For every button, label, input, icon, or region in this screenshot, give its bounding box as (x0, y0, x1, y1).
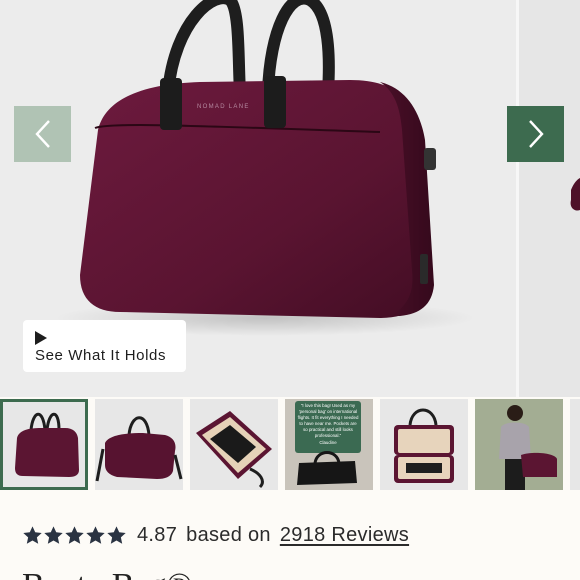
reviews-link[interactable]: 2918 Reviews (280, 524, 409, 547)
star-icon (86, 525, 105, 544)
star-icon (44, 525, 63, 544)
product-title: Bento Bag® (22, 566, 192, 580)
next-image-button[interactable] (507, 106, 564, 162)
brand-mark: NOMAD LANE (197, 104, 250, 110)
chevron-left-icon (34, 120, 50, 148)
thumbnail-2[interactable] (95, 399, 183, 490)
thumbnail-3[interactable] (190, 399, 278, 490)
product-gallery: NOMAD LANE See What It Holds (0, 0, 580, 397)
quote-line-5: so practical and still looks (303, 427, 354, 432)
previous-image-button[interactable] (14, 106, 71, 162)
star-icon (107, 525, 126, 544)
quote-line-3: flights. It fit everything I needed (298, 415, 359, 420)
thumbnail-bag-interior (394, 408, 454, 483)
star-rating (22, 525, 127, 546)
quote-line-4: to have near me. Pockets are (299, 421, 357, 426)
product-page: NOMAD LANE See What It Holds "I love thi… (0, 0, 580, 580)
next-image-art (570, 178, 580, 211)
rating-summary: 4.87 based on 2918 Reviews (22, 520, 409, 550)
next-product-image-peek[interactable] (519, 0, 580, 397)
thumbnail-6-lifestyle[interactable] (475, 399, 563, 490)
star-icon (65, 525, 84, 544)
quote-line-6: professional." (315, 433, 342, 438)
quote-author: Claudine (319, 440, 337, 445)
video-button-label: See What It Holds (35, 347, 167, 364)
see-what-it-holds-button[interactable]: See What It Holds (23, 320, 186, 372)
chevron-right-icon (528, 120, 544, 148)
play-icon (35, 331, 47, 345)
thumbnail-1[interactable] (0, 399, 88, 490)
thumbnail-bag-open (196, 411, 272, 489)
thumbnail-testimonial-art: "I love this bag! Used as my 'personal b… (285, 399, 373, 490)
rating-text: based on (186, 523, 271, 546)
thumbnail-4-testimonial[interactable]: "I love this bag! Used as my 'personal b… (285, 399, 373, 490)
quote-line-1: "I love this bag! Used as my (301, 403, 356, 408)
rating-value: 4.87 (137, 523, 178, 546)
quote-line-2: 'personal bag' on international (299, 409, 357, 414)
thumbnail-strip: "I love this bag! Used as my 'personal b… (0, 399, 580, 490)
thumbnail-lifestyle-art (475, 399, 563, 490)
thumbnail-bag-front (15, 412, 79, 477)
thumbnail-5[interactable] (380, 399, 468, 490)
star-icon (23, 525, 42, 544)
thumbnail-bag-side (95, 416, 183, 482)
thumbnail-7-peek[interactable] (570, 399, 580, 490)
